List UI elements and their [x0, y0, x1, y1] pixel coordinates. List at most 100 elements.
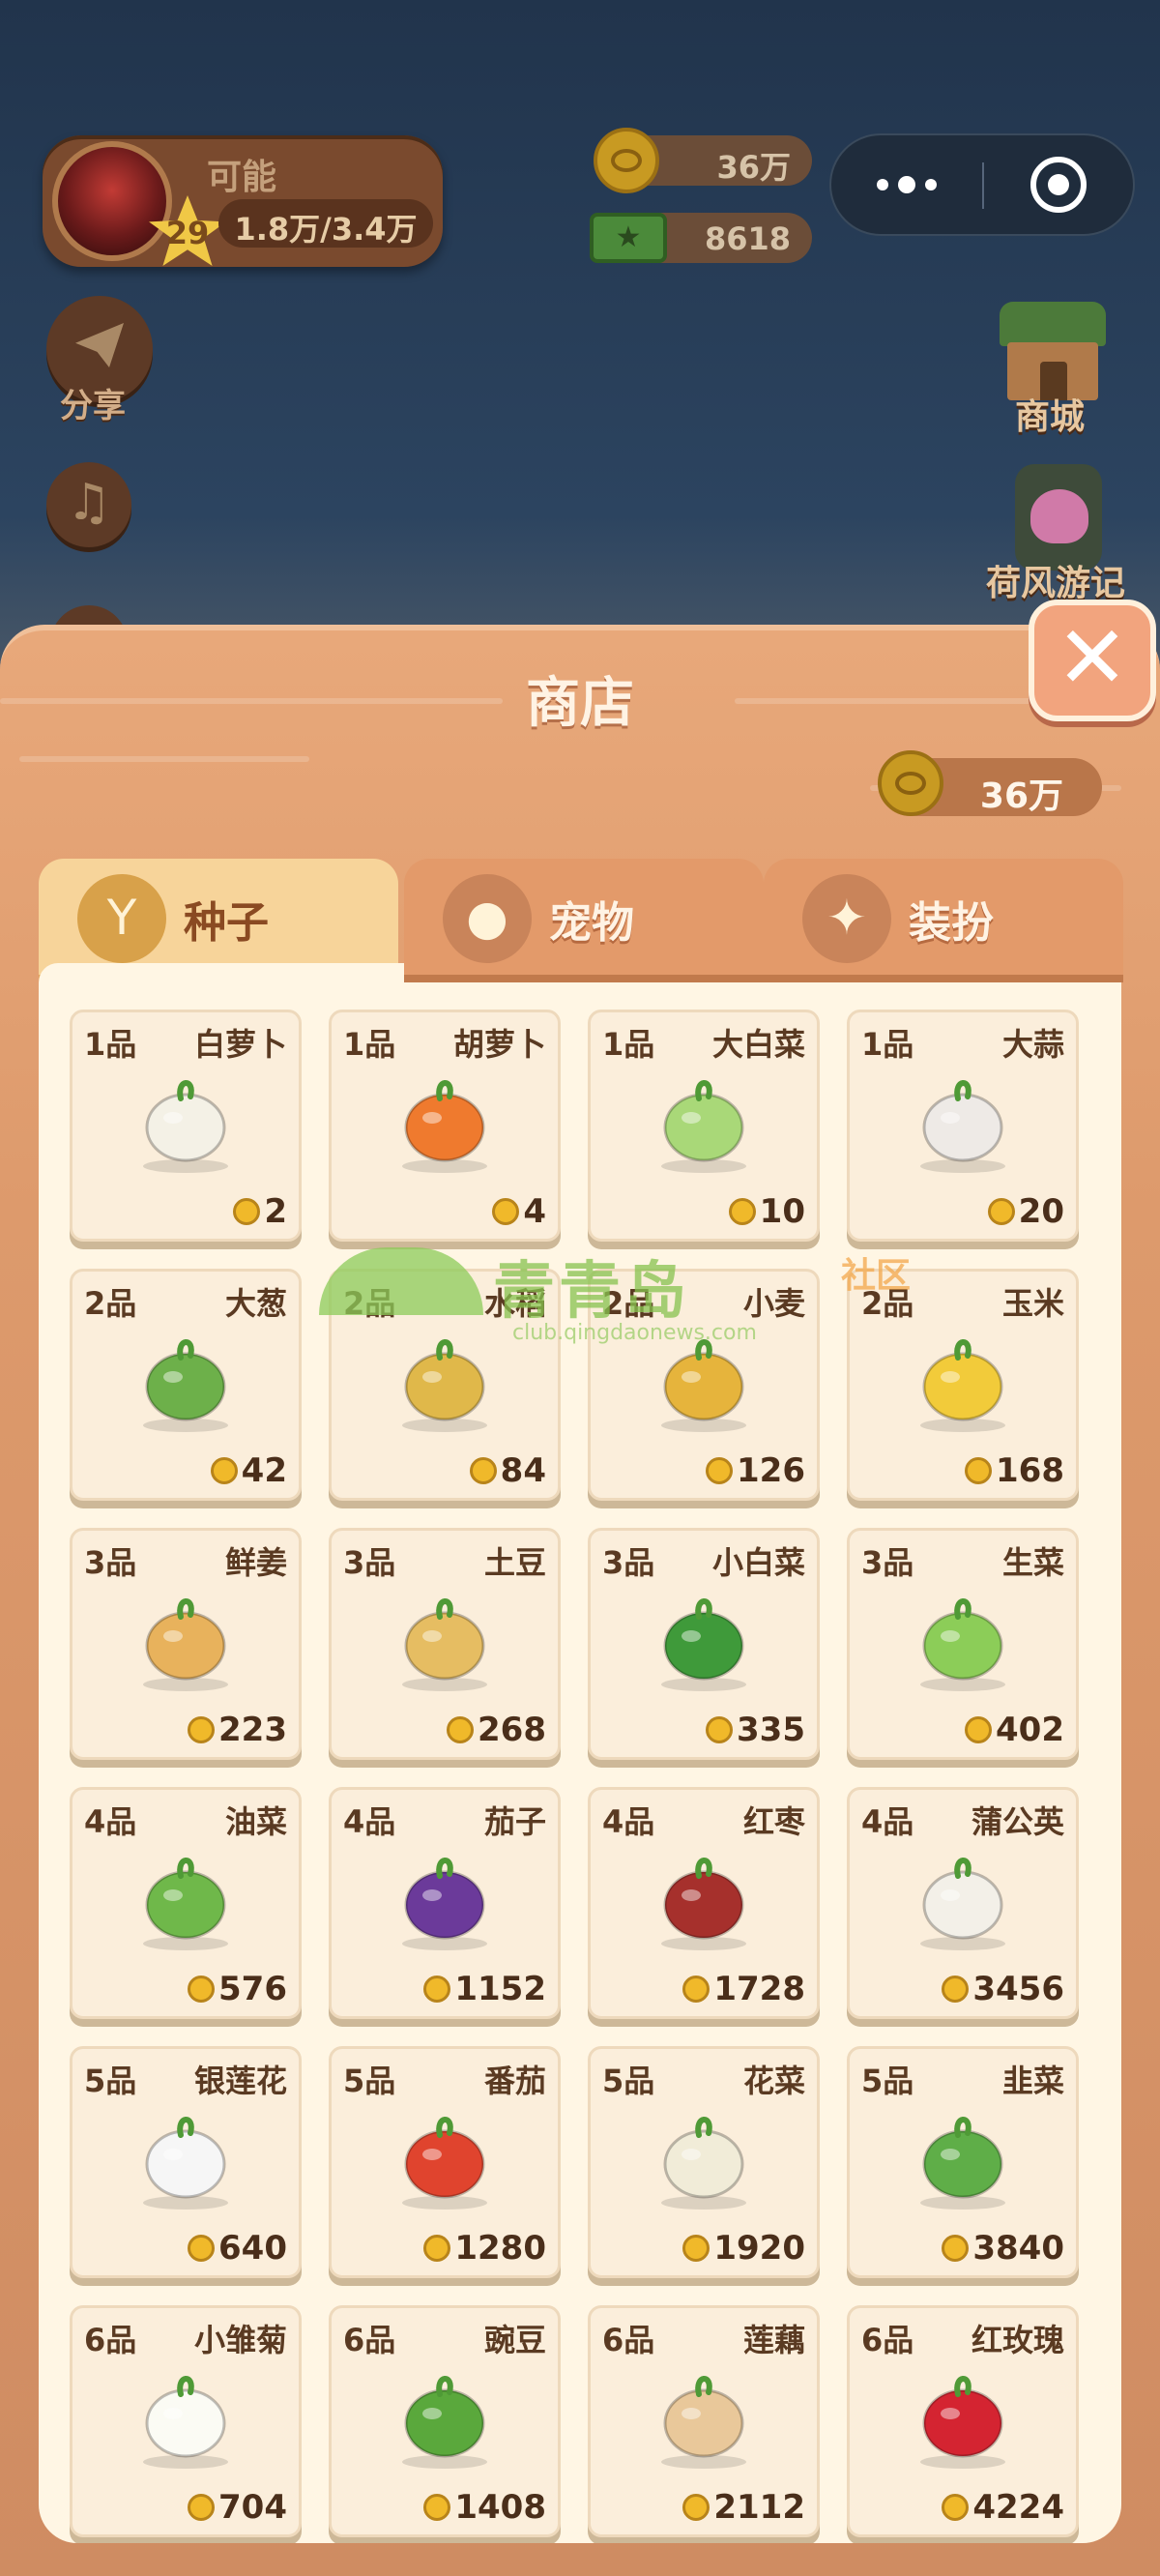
sparkle-icon: ✦	[802, 874, 891, 963]
mini-program-capsule	[829, 133, 1135, 236]
item-price: 20	[987, 1192, 1064, 1231]
item-name: 小白菜	[711, 1544, 805, 1581]
item-grade: 2品	[84, 1285, 137, 1322]
chives-icon	[900, 2108, 1026, 2218]
coin-icon	[188, 1976, 216, 2003]
watermark-suffix: 社区	[841, 1256, 912, 1296]
item-card[interactable]: 5品 番茄 1280	[329, 2046, 561, 2278]
coin-icon	[682, 2235, 710, 2262]
item-name: 大白菜	[711, 1026, 805, 1063]
exit-mini-program-icon[interactable]	[1030, 157, 1087, 213]
item-price: 10	[728, 1192, 805, 1231]
potato-icon	[382, 1590, 508, 1700]
item-grade: 3品	[861, 1544, 914, 1581]
item-grade: 3品	[84, 1544, 137, 1581]
item-card[interactable]: 5品 银莲花 640	[70, 2046, 302, 2278]
item-price: 1920	[682, 2229, 805, 2268]
item-card[interactable]: 6品 豌豆 1408	[329, 2305, 561, 2537]
bok-choy-icon	[641, 1590, 767, 1700]
item-card[interactable]: 4品 蒲公英 3456	[847, 1787, 1079, 2019]
lotus-journey-label: 荷风游记	[986, 564, 1126, 603]
item-card[interactable]: 1品 白萝卜 2	[70, 1010, 302, 1242]
item-price-value: 4224	[972, 2488, 1064, 2527]
music-note-icon: ♫	[66, 474, 112, 532]
shop-coin-balance: 36万	[878, 750, 1102, 816]
item-card[interactable]: 6品 莲藕 2112	[588, 2305, 820, 2537]
jujube-icon	[641, 1849, 767, 1959]
item-price: 3456	[942, 1970, 1064, 2008]
player-profile[interactable]: 29 可能 1.8万/3.4万	[43, 135, 443, 267]
item-grade: 1品	[861, 1026, 914, 1063]
item-price: 42	[210, 1451, 287, 1490]
item-price: 1152	[423, 1970, 546, 2008]
item-grade: 4品	[861, 1803, 914, 1840]
item-price: 126	[706, 1451, 805, 1490]
item-card[interactable]: 1品 胡萝卜 4	[329, 1010, 561, 1242]
item-price-value: 3456	[972, 1970, 1064, 2008]
shop-coin-value: 36万	[979, 776, 1063, 816]
capsule-divider	[982, 162, 984, 209]
item-price-value: 10	[759, 1192, 805, 1231]
coin-icon	[965, 1716, 993, 1743]
item-price: 335	[706, 1711, 805, 1749]
mall-label: 商城	[1015, 397, 1086, 437]
xp-text: 1.8万/3.4万	[234, 211, 418, 248]
item-card[interactable]: 3品 生菜 402	[847, 1528, 1079, 1760]
item-name: 番茄	[483, 2063, 546, 2099]
napa-cabbage-icon	[641, 1071, 767, 1182]
cash-balance: 8618	[590, 213, 812, 263]
coin-icon	[965, 1457, 993, 1484]
item-card[interactable]: 6品 小雏菊 704	[70, 2305, 302, 2537]
item-card[interactable]: 4品 油菜 576	[70, 1787, 302, 2019]
coin-icon	[682, 2494, 710, 2521]
item-card[interactable]: 4品 茄子 1152	[329, 1787, 561, 2019]
item-grade: 5品	[84, 2063, 137, 2099]
item-card[interactable]: 4品 红枣 1728	[588, 1787, 820, 2019]
item-name: 大葱	[224, 1285, 287, 1322]
watermark: 青青岛 社区 club.qingdaonews.com	[319, 1228, 918, 1354]
close-icon: ✕	[1056, 607, 1129, 709]
pea-icon	[382, 2367, 508, 2477]
item-price-value: 1920	[713, 2229, 805, 2268]
item-card[interactable]: 3品 土豆 268	[329, 1528, 561, 1760]
item-price: 1280	[423, 2229, 546, 2268]
sprout-icon: Y	[77, 874, 166, 963]
daisy-icon	[123, 2367, 248, 2477]
item-grade: 1品	[602, 1026, 655, 1063]
lotus-icon	[1030, 489, 1088, 543]
coin-icon	[188, 2494, 216, 2521]
item-card[interactable]: 5品 韭菜 3840	[847, 2046, 1079, 2278]
item-card[interactable]: 6品 红玫瑰 4224	[847, 2305, 1079, 2537]
coin-icon	[942, 2494, 970, 2521]
item-card[interactable]: 5品 花菜 1920	[588, 2046, 820, 2278]
item-card[interactable]: 1品 大蒜 20	[847, 1010, 1079, 1242]
item-card[interactable]: 3品 鲜姜 223	[70, 1528, 302, 1760]
dandelion-icon	[900, 1849, 1026, 1959]
more-menu-button[interactable]	[831, 135, 982, 234]
item-card[interactable]: 1品 大白菜 10	[588, 1010, 820, 1242]
player-level: 29	[165, 215, 210, 251]
item-card[interactable]: 3品 小白菜 335	[588, 1528, 820, 1760]
tab-seeds[interactable]: Y 种子	[39, 859, 398, 975]
music-button[interactable]: ♫	[46, 462, 131, 547]
scallion-icon	[123, 1331, 248, 1441]
item-price-value: 223	[218, 1711, 287, 1749]
item-name: 玉米	[1001, 1285, 1064, 1322]
coin-icon	[942, 2235, 970, 2262]
tab-outfits[interactable]: ✦ 装扮	[764, 859, 1123, 975]
tab-pets[interactable]: ● 宠物	[404, 859, 764, 975]
item-card[interactable]: 2品 大葱 42	[70, 1269, 302, 1501]
item-price-value: 576	[218, 1970, 287, 2008]
item-price-value: 126	[737, 1451, 805, 1490]
player-name: 可能	[207, 158, 277, 197]
item-price-value: 640	[218, 2229, 287, 2268]
close-button[interactable]: ✕	[1029, 600, 1156, 721]
item-price-value: 42	[241, 1451, 287, 1490]
item-grade: 6品	[84, 2322, 137, 2358]
share-label: 分享	[60, 387, 126, 425]
item-price-value: 1728	[713, 1970, 805, 2008]
item-name: 土豆	[483, 1544, 546, 1581]
item-name: 油菜	[224, 1803, 287, 1840]
item-name: 银莲花	[193, 2063, 287, 2099]
item-price: 4224	[942, 2488, 1064, 2527]
